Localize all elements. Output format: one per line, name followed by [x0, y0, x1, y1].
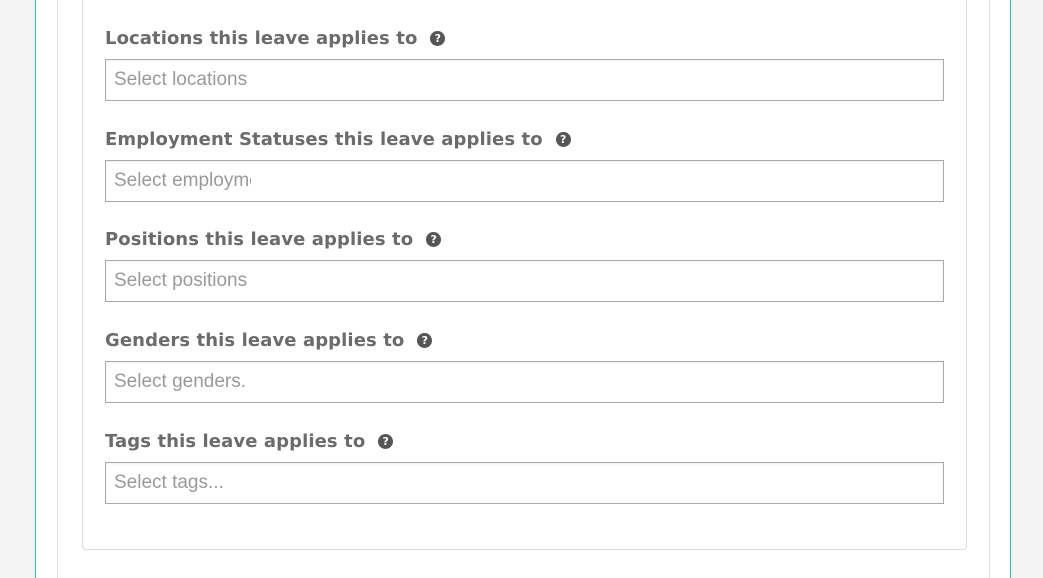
genders-label-text: Genders this leave applies to	[105, 329, 405, 351]
positions-select-input[interactable]	[105, 260, 944, 302]
genders-select-input[interactable]	[105, 361, 944, 403]
employment-statuses-select-input[interactable]	[105, 160, 944, 202]
tags-select-input[interactable]	[105, 462, 944, 504]
positions-label-text: Positions this leave applies to	[105, 228, 414, 250]
genders-label: Genders this leave applies to ?	[105, 329, 944, 351]
leave-applicability-card: Locations this leave applies to ? Employ…	[82, 0, 967, 550]
main-panel: Locations this leave applies to ? Employ…	[35, 0, 1011, 578]
question-circle-icon[interactable]: ?	[430, 30, 446, 46]
question-circle-icon[interactable]: ?	[555, 131, 571, 147]
tags-label-text: Tags this leave applies to	[105, 430, 366, 452]
question-circle-icon[interactable]: ?	[417, 332, 433, 348]
tags-field-group: Tags this leave applies to ?	[105, 430, 944, 504]
locations-label-text: Locations this leave applies to	[105, 27, 418, 49]
question-circle-icon[interactable]: ?	[426, 231, 442, 247]
tags-label: Tags this leave applies to ?	[105, 430, 944, 452]
positions-field-group: Positions this leave applies to ?	[105, 228, 944, 302]
content-frame: Locations this leave applies to ? Employ…	[57, 0, 990, 578]
employment-statuses-field-group: Employment Statuses this leave applies t…	[105, 128, 944, 202]
employment-statuses-label: Employment Statuses this leave applies t…	[105, 128, 944, 150]
genders-field-group: Genders this leave applies to ?	[105, 329, 944, 403]
locations-field-group: Locations this leave applies to ?	[105, 27, 944, 101]
locations-select-input[interactable]	[105, 59, 944, 101]
locations-label: Locations this leave applies to ?	[105, 27, 944, 49]
employment-statuses-label-text: Employment Statuses this leave applies t…	[105, 128, 543, 150]
question-circle-icon[interactable]: ?	[378, 433, 394, 449]
positions-label: Positions this leave applies to ?	[105, 228, 944, 250]
